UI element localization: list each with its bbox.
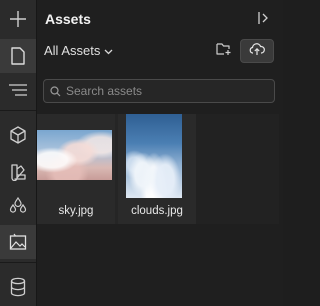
pages-button[interactable] xyxy=(0,39,36,73)
collapse-panel-icon xyxy=(255,12,271,30)
image-icon xyxy=(9,233,27,251)
asset-filter-dropdown[interactable]: All Assets xyxy=(44,43,113,58)
rail-divider xyxy=(0,262,36,263)
cloud-upload-icon xyxy=(249,42,265,61)
rail-divider xyxy=(0,110,36,111)
cms-button[interactable] xyxy=(0,270,36,304)
assets-panel: Assets All Assets Search assets sky.jpg … xyxy=(37,0,283,306)
swatch-book-icon xyxy=(9,163,27,181)
assets-button[interactable] xyxy=(0,225,36,259)
droplets-icon xyxy=(8,197,28,215)
variables-button[interactable] xyxy=(0,189,36,223)
upload-button[interactable] xyxy=(240,39,274,63)
asset-name: clouds.jpg xyxy=(131,205,183,217)
page-icon xyxy=(10,47,26,65)
chevron-down-icon xyxy=(104,43,113,58)
asset-thumbnail xyxy=(126,114,182,198)
tool-rail xyxy=(0,0,37,306)
plus-icon xyxy=(9,10,27,28)
asset-thumbnail xyxy=(37,130,112,180)
new-folder-button[interactable] xyxy=(213,40,235,62)
search-icon xyxy=(44,85,66,97)
database-icon xyxy=(10,277,26,297)
add-button[interactable] xyxy=(0,2,36,36)
panel-title: Assets xyxy=(45,11,91,27)
layers-icon xyxy=(8,82,28,98)
asset-tile[interactable]: clouds.jpg xyxy=(118,114,196,224)
app-window: Assets All Assets Search assets sky.jpg … xyxy=(0,0,283,306)
asset-name: sky.jpg xyxy=(58,205,94,217)
search-box xyxy=(43,79,275,103)
navigator-button[interactable] xyxy=(0,73,36,107)
styles-button[interactable] xyxy=(0,155,36,189)
filter-label: All Assets xyxy=(44,43,101,58)
folder-plus-icon xyxy=(216,42,232,61)
components-button[interactable] xyxy=(0,118,36,152)
collapse-panel-button[interactable] xyxy=(255,10,271,26)
search-input[interactable] xyxy=(66,84,266,98)
asset-tile[interactable]: sky.jpg xyxy=(37,114,115,224)
asset-grid: sky.jpg clouds.jpg xyxy=(37,114,283,306)
empty-slot xyxy=(196,114,279,224)
cube-icon xyxy=(9,126,27,144)
